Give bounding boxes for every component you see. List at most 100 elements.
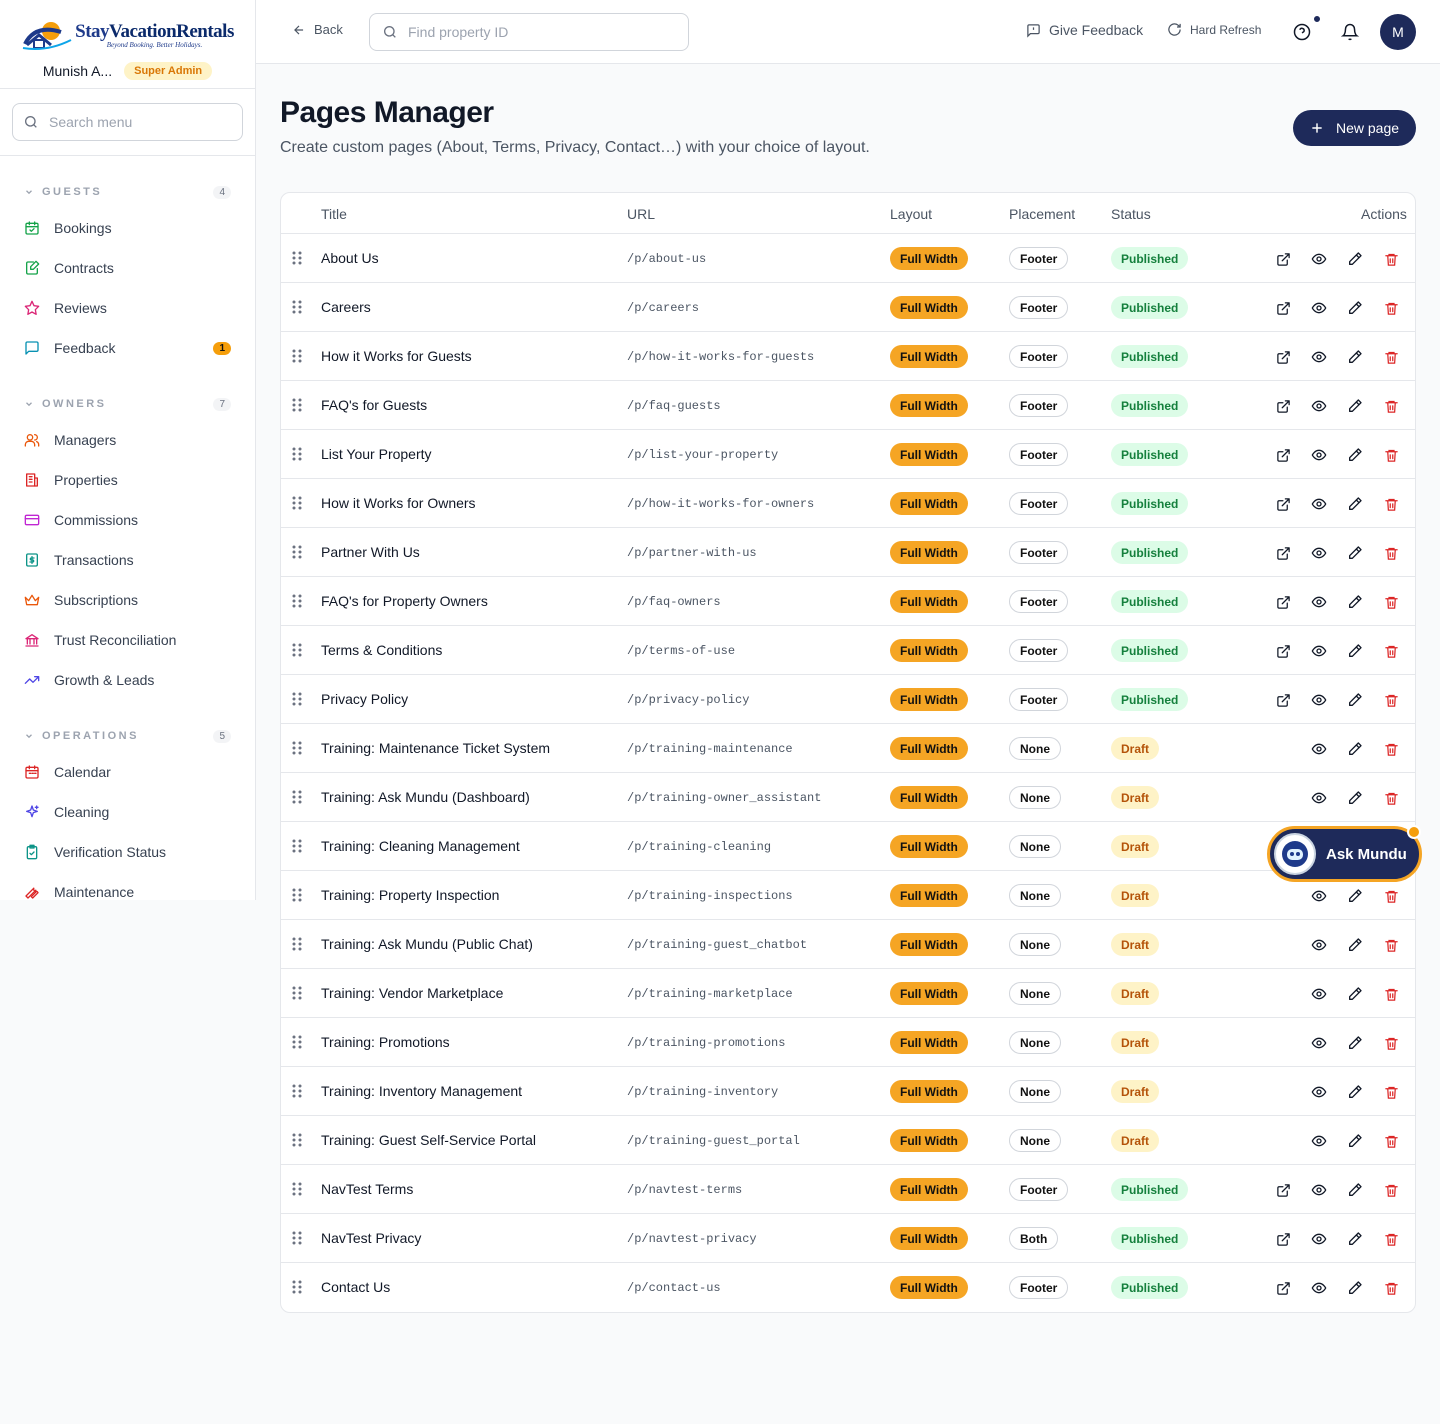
sidebar-item-reviews[interactable]: Reviews: [24, 288, 231, 328]
eye-icon[interactable]: [1309, 1229, 1329, 1249]
sidebar-item-cleaning[interactable]: Cleaning: [24, 792, 231, 832]
menu-search[interactable]: [12, 103, 243, 141]
sidebar-item-contracts[interactable]: Contracts: [24, 248, 231, 288]
give-feedback-button[interactable]: Give Feedback: [1026, 22, 1143, 38]
sidebar-item-managers[interactable]: Managers: [24, 420, 231, 460]
external-link-icon[interactable]: [1273, 1229, 1293, 1249]
drag-handle-icon[interactable]: [291, 495, 303, 516]
eye-icon[interactable]: [1309, 1082, 1329, 1102]
drag-handle-icon[interactable]: [291, 1230, 303, 1251]
external-link-icon[interactable]: [1273, 347, 1293, 367]
eye-icon[interactable]: [1309, 984, 1329, 1004]
drag-handle-icon[interactable]: [291, 1132, 303, 1153]
eye-icon[interactable]: [1309, 592, 1329, 612]
pencil-icon[interactable]: [1345, 1229, 1365, 1249]
trash-icon[interactable]: [1381, 543, 1401, 563]
section-header[interactable]: GUESTS 4: [24, 182, 231, 202]
notifications-button[interactable]: [1338, 20, 1362, 44]
trash-icon[interactable]: [1381, 249, 1401, 269]
eye-icon[interactable]: [1309, 1180, 1329, 1200]
pencil-icon[interactable]: [1345, 396, 1365, 416]
drag-handle-icon[interactable]: [291, 642, 303, 663]
external-link-icon[interactable]: [1273, 592, 1293, 612]
sidebar-item-growth-leads[interactable]: Growth & Leads: [24, 660, 231, 700]
trash-icon[interactable]: [1381, 1278, 1401, 1298]
section-header[interactable]: OWNERS 7: [24, 394, 231, 414]
drag-handle-icon[interactable]: [291, 789, 303, 810]
pencil-icon[interactable]: [1345, 935, 1365, 955]
drag-handle-icon[interactable]: [291, 887, 303, 908]
external-link-icon[interactable]: [1273, 494, 1293, 514]
pencil-icon[interactable]: [1345, 739, 1365, 759]
pencil-icon[interactable]: [1345, 543, 1365, 563]
drag-handle-icon[interactable]: [291, 299, 303, 320]
pencil-icon[interactable]: [1345, 494, 1365, 514]
pencil-icon[interactable]: [1345, 641, 1365, 661]
eye-icon[interactable]: [1309, 396, 1329, 416]
section-header[interactable]: OPERATIONS 5: [24, 726, 231, 746]
pencil-icon[interactable]: [1345, 690, 1365, 710]
drag-handle-icon[interactable]: [291, 1034, 303, 1055]
drag-handle-icon[interactable]: [291, 1083, 303, 1104]
pencil-icon[interactable]: [1345, 1033, 1365, 1053]
trash-icon[interactable]: [1381, 445, 1401, 465]
eye-icon[interactable]: [1309, 543, 1329, 563]
menu-search-input[interactable]: [49, 114, 229, 130]
drag-handle-icon[interactable]: [291, 936, 303, 957]
trash-icon[interactable]: [1381, 1033, 1401, 1053]
trash-icon[interactable]: [1381, 1229, 1401, 1249]
drag-handle-icon[interactable]: [291, 397, 303, 418]
drag-handle-icon[interactable]: [291, 740, 303, 761]
external-link-icon[interactable]: [1273, 396, 1293, 416]
pencil-icon[interactable]: [1345, 1131, 1365, 1151]
user-name[interactable]: Munish A...: [43, 63, 112, 79]
eye-icon[interactable]: [1309, 739, 1329, 759]
trash-icon[interactable]: [1381, 1180, 1401, 1200]
external-link-icon[interactable]: [1273, 641, 1293, 661]
pencil-icon[interactable]: [1345, 347, 1365, 367]
sidebar-item-calendar[interactable]: Calendar: [24, 752, 231, 792]
drag-handle-icon[interactable]: [291, 250, 303, 271]
drag-handle-icon[interactable]: [291, 544, 303, 565]
new-page-button[interactable]: New page: [1293, 110, 1416, 146]
trash-icon[interactable]: [1381, 592, 1401, 612]
eye-icon[interactable]: [1309, 1131, 1329, 1151]
sidebar-item-maintenance[interactable]: Maintenance: [24, 872, 231, 900]
trash-icon[interactable]: [1381, 886, 1401, 906]
sidebar-item-properties[interactable]: Properties: [24, 460, 231, 500]
drag-handle-icon[interactable]: [291, 985, 303, 1006]
avatar[interactable]: M: [1380, 14, 1416, 50]
trash-icon[interactable]: [1381, 1082, 1401, 1102]
sidebar-item-commissions[interactable]: Commissions: [24, 500, 231, 540]
drag-handle-icon[interactable]: [291, 838, 303, 859]
logo[interactable]: StayVacationRentals Beyond Booking. Bett…: [21, 18, 234, 52]
sidebar-item-subscriptions[interactable]: Subscriptions: [24, 580, 231, 620]
external-link-icon[interactable]: [1273, 298, 1293, 318]
pencil-icon[interactable]: [1345, 592, 1365, 612]
eye-icon[interactable]: [1309, 788, 1329, 808]
trash-icon[interactable]: [1381, 396, 1401, 416]
eye-icon[interactable]: [1309, 298, 1329, 318]
eye-icon[interactable]: [1309, 690, 1329, 710]
external-link-icon[interactable]: [1273, 543, 1293, 563]
property-search-input[interactable]: [408, 24, 668, 40]
pencil-icon[interactable]: [1345, 1278, 1365, 1298]
eye-icon[interactable]: [1309, 494, 1329, 514]
pencil-icon[interactable]: [1345, 298, 1365, 318]
eye-icon[interactable]: [1309, 641, 1329, 661]
pencil-icon[interactable]: [1345, 1082, 1365, 1102]
header-title[interactable]: Title: [321, 206, 347, 222]
eye-icon[interactable]: [1309, 1278, 1329, 1298]
external-link-icon[interactable]: [1273, 1278, 1293, 1298]
eye-icon[interactable]: [1309, 886, 1329, 906]
eye-icon[interactable]: [1309, 347, 1329, 367]
external-link-icon[interactable]: [1273, 690, 1293, 710]
trash-icon[interactable]: [1381, 935, 1401, 955]
sidebar-item-bookings[interactable]: Bookings: [24, 208, 231, 248]
external-link-icon[interactable]: [1273, 249, 1293, 269]
drag-handle-icon[interactable]: [291, 1181, 303, 1202]
back-button[interactable]: Back: [292, 22, 343, 37]
pencil-icon[interactable]: [1345, 788, 1365, 808]
eye-icon[interactable]: [1309, 1033, 1329, 1053]
external-link-icon[interactable]: [1273, 1180, 1293, 1200]
